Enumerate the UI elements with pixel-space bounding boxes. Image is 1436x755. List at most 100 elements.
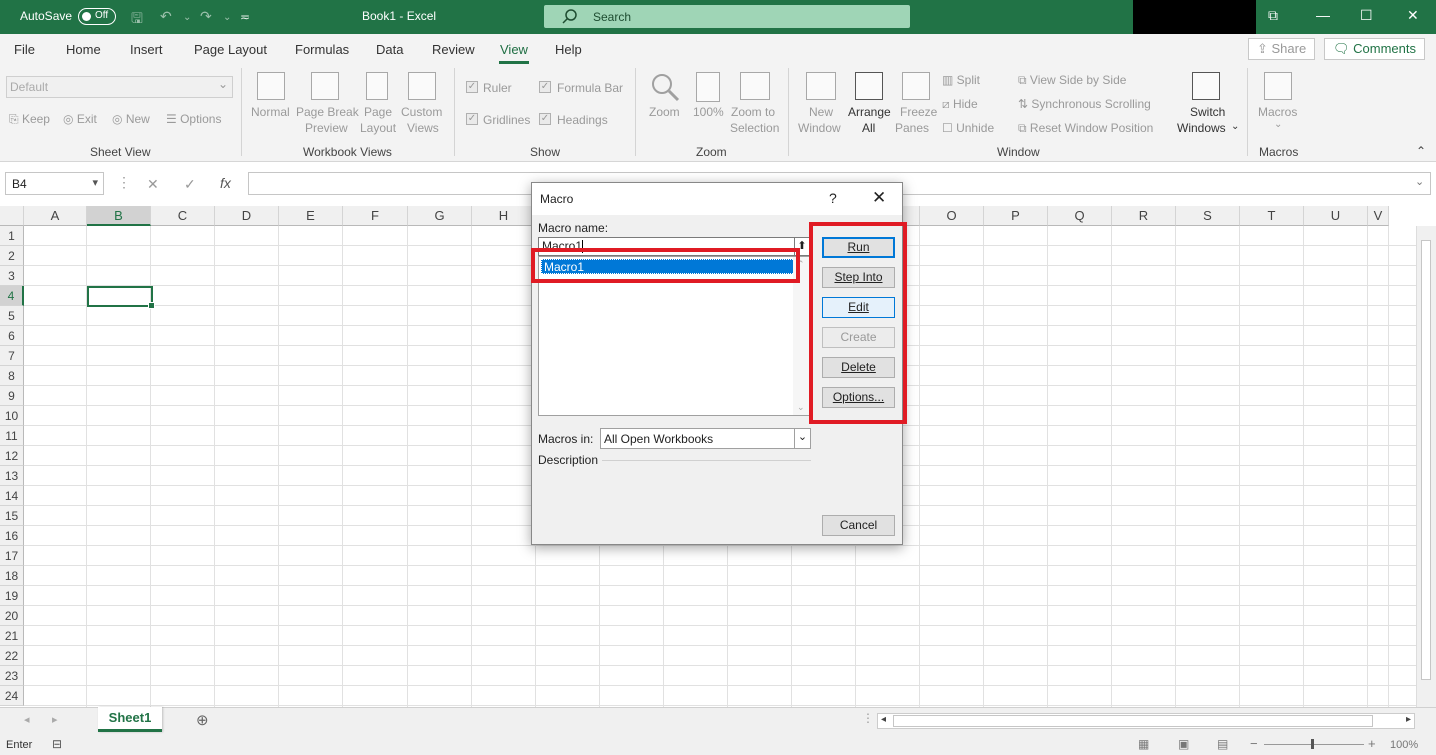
column-header[interactable]: H [472,206,536,226]
new-window-icon[interactable] [806,72,836,100]
row-header[interactable]: 5 [0,306,24,326]
tab-view[interactable]: View [499,42,529,64]
keep-button[interactable]: ⎘ Keep [9,112,50,127]
page-layout-label-2[interactable]: Layout [360,121,396,135]
prev-sheet-icon[interactable]: ◂ [24,713,30,726]
unhide-button[interactable]: ☐ Unhide [942,121,994,135]
custom-views-label-2[interactable]: Views [407,121,439,135]
arrange-all-label-1[interactable]: Arrange [848,105,891,119]
account-area[interactable] [1133,0,1256,34]
column-header[interactable]: A [24,206,87,226]
page-break-preview-icon[interactable] [311,72,339,100]
zoom-to-selection-label-1[interactable]: Zoom to [731,105,775,119]
row-header[interactable]: 15 [0,506,24,526]
formula-bar-checkbox[interactable]: ✓ [539,81,551,93]
vertical-scrollbar[interactable] [1416,226,1436,707]
macros-icon[interactable] [1264,72,1292,100]
zoom-slider[interactable] [1264,739,1364,749]
column-header[interactable]: P [984,206,1048,226]
horizontal-scrollbar[interactable]: ◂ ▸ [877,713,1415,729]
row-header[interactable]: 6 [0,326,24,346]
row-header[interactable]: 1 [0,226,24,246]
tab-splitter-icon[interactable]: ⋮ [862,711,874,725]
save-icon[interactable]: 🖫 [131,8,143,32]
scroll-down-icon[interactable]: ⌄ [797,402,805,413]
column-header[interactable]: C [151,206,215,226]
share-button[interactable]: ⇪ Share [1248,38,1316,60]
tab-help[interactable]: Help [555,42,582,57]
chevron-down-icon[interactable]: ⌄ [794,429,810,448]
tab-insert[interactable]: Insert [130,42,163,57]
column-header[interactable]: G [408,206,472,226]
column-header[interactable]: Q [1048,206,1112,226]
row-header[interactable]: 12 [0,446,24,466]
row-header[interactable]: 23 [0,666,24,686]
row-header[interactable]: 20 [0,606,24,626]
zoom-level[interactable]: 100% [1390,739,1418,751]
close-window-icon[interactable]: ✕ [1407,7,1419,24]
switch-windows-icon[interactable] [1192,72,1220,100]
headings-checkbox[interactable]: ✓ [539,113,551,125]
page-break-label-2[interactable]: Preview [305,121,348,135]
macros-dropdown-icon[interactable]: ⌄ [1274,119,1282,130]
add-sheet-icon[interactable]: ⊕ [196,711,209,729]
column-header[interactable]: R [1112,206,1176,226]
row-header[interactable]: 11 [0,426,24,446]
tab-page-layout[interactable]: Page Layout [194,42,267,57]
freeze-panes-label-2[interactable]: Panes [895,121,929,135]
zoom-to-selection-icon[interactable] [740,72,770,100]
undo-icon[interactable]: ↶ [160,8,172,25]
switch-windows-label-1[interactable]: Switch [1190,105,1225,119]
customize-qat-icon[interactable]: ≂ [240,10,250,24]
scroll-right-icon[interactable]: ▸ [1406,714,1411,725]
scroll-thumb[interactable] [893,715,1373,727]
zoom-100-label[interactable]: 100% [693,105,724,119]
new-view-button[interactable]: ◎ New [112,112,150,126]
hide-button[interactable]: ⧄ Hide [942,97,978,112]
zoom-slider-handle[interactable] [1311,739,1314,749]
column-header[interactable]: V [1368,206,1389,226]
scroll-left-icon[interactable]: ◂ [881,714,886,725]
page-layout-view-icon[interactable] [366,72,388,100]
collapse-ribbon-icon[interactable]: ⌃ [1416,144,1426,158]
gridlines-checkbox[interactable]: ✓ [466,113,478,125]
row-header[interactable]: 4 [0,286,24,306]
dialog-close-icon[interactable]: ✕ [872,188,886,208]
row-header[interactable]: 9 [0,386,24,406]
tab-file[interactable]: File [14,42,35,57]
custom-views-label-1[interactable]: Custom [401,105,442,119]
row-header[interactable]: 7 [0,346,24,366]
page-layout-label-1[interactable]: Page [364,105,392,119]
arrange-all-icon[interactable] [855,72,883,100]
row-header[interactable]: 21 [0,626,24,646]
scroll-thumb[interactable] [1421,240,1431,680]
macros-label[interactable]: Macros [1258,105,1297,119]
row-header[interactable]: 17 [0,546,24,566]
column-header[interactable]: O [920,206,984,226]
new-window-label-2[interactable]: Window [798,121,841,135]
column-header[interactable]: F [343,206,408,226]
minimize-icon[interactable]: — [1316,7,1330,23]
row-header[interactable]: 13 [0,466,24,486]
column-header[interactable]: T [1240,206,1304,226]
next-sheet-icon[interactable]: ▸ [52,713,58,726]
zoom-icon[interactable] [650,72,680,102]
row-header[interactable]: 14 [0,486,24,506]
row-header[interactable]: 2 [0,246,24,266]
column-header[interactable]: U [1304,206,1368,226]
sheet-view-dropdown[interactable]: Default [6,76,233,98]
macros-in-select[interactable]: All Open Workbooks ⌄ [600,428,811,449]
custom-views-icon[interactable] [408,72,436,100]
zoom-in-icon[interactable]: + [1368,736,1376,751]
zoom-to-selection-label-2[interactable]: Selection [730,121,779,135]
column-header[interactable]: D [215,206,279,226]
comments-button[interactable]: 🗨 Comments [1324,38,1425,60]
expand-formula-bar-icon[interactable]: ⌄ [1415,175,1424,188]
page-break-icon[interactable]: ▤ [1217,737,1228,751]
sheet-tab[interactable]: Sheet1 [98,707,162,732]
page-break-label-1[interactable]: Page Break [296,105,359,119]
cancel-button[interactable]: Cancel [822,515,895,536]
exit-button[interactable]: ◎ Exit [63,112,97,126]
row-header[interactable]: 24 [0,686,24,706]
autosave-toggle[interactable]: Off [78,8,116,25]
